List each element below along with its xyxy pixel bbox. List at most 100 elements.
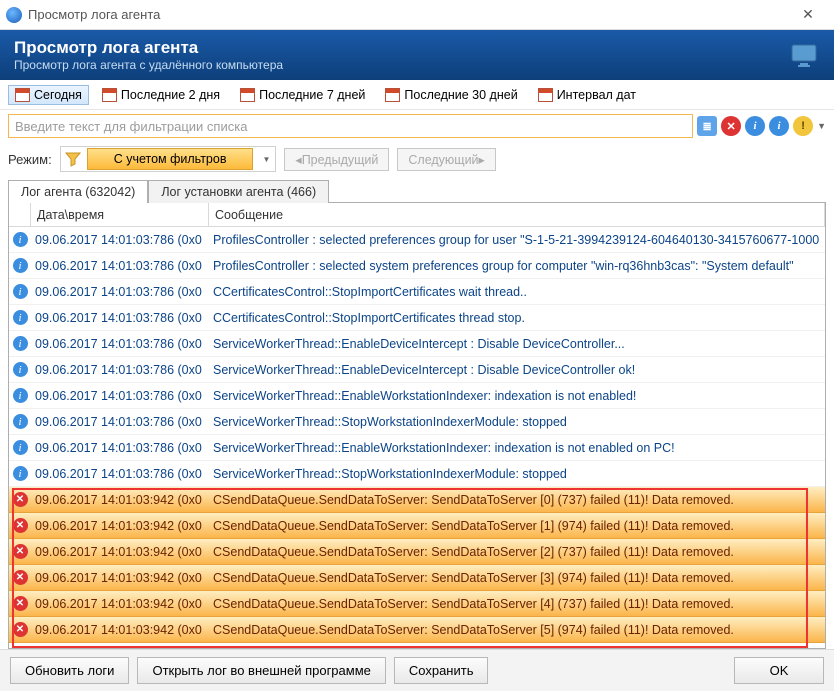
- tab-agent-log[interactable]: Лог агента (632042): [8, 180, 148, 203]
- info-icon: i: [13, 232, 28, 247]
- row-message: ServiceWorkerThread::EnableWorkstationIn…: [209, 441, 825, 455]
- app-icon: [6, 7, 22, 23]
- date-last2-button[interactable]: Последние 2 дня: [95, 85, 227, 105]
- info-icon: i: [13, 284, 28, 299]
- calendar-icon: [538, 88, 553, 102]
- mode-row: Режим: С учетом фильтров ▼ ◂Предыдущий С…: [0, 142, 834, 176]
- date-toolbar: Сегодня Последние 2 дня Последние 7 дней…: [0, 80, 834, 110]
- row-datetime: 09.06.2017 14:01:03:942 (0x0: [31, 545, 209, 559]
- next-label: Следующий: [408, 153, 478, 167]
- info2-filter-icon[interactable]: i: [769, 116, 789, 136]
- row-datetime: 09.06.2017 14:01:03:786 (0x0: [31, 389, 209, 403]
- close-icon[interactable]: ✕: [788, 6, 828, 23]
- col-icon[interactable]: [9, 203, 31, 226]
- date-today-button[interactable]: Сегодня: [8, 85, 89, 105]
- row-datetime: 09.06.2017 14:01:03:786 (0x0: [31, 285, 209, 299]
- table-row[interactable]: ✕09.06.2017 14:01:03:942 (0x0CSendDataQu…: [9, 591, 825, 617]
- row-message: ServiceWorkerThread::StopWorkstationInde…: [209, 467, 825, 481]
- header: Просмотр лога агента Просмотр лога агент…: [0, 30, 834, 80]
- row-datetime: 09.06.2017 14:01:03:942 (0x0: [31, 571, 209, 585]
- error-filter-icon[interactable]: ✕: [721, 116, 741, 136]
- row-message: ServiceWorkerThread::EnableWorkstationIn…: [209, 389, 825, 403]
- date-last7-label: Последние 7 дней: [259, 88, 365, 102]
- info-icon: i: [13, 414, 28, 429]
- calendar-icon: [102, 88, 117, 102]
- table-row[interactable]: ✕09.06.2017 14:01:03:942 (0x0CSendDataQu…: [9, 487, 825, 513]
- table-row[interactable]: ✕09.06.2017 14:01:03:942 (0x0CSendDataQu…: [9, 539, 825, 565]
- funnel-icon: [65, 151, 81, 167]
- calendar-icon: [15, 88, 30, 102]
- table-row[interactable]: i09.06.2017 14:01:03:786 (0x0ServiceWork…: [9, 357, 825, 383]
- table-row[interactable]: ✕09.06.2017 14:01:03:942 (0x0CSendDataQu…: [9, 565, 825, 591]
- row-datetime: 09.06.2017 14:01:03:786 (0x0: [31, 441, 209, 455]
- row-message: CSendDataQueue.SendDataToServer: SendDat…: [209, 493, 825, 507]
- list-view-icon[interactable]: ≣: [697, 116, 717, 136]
- col-datetime[interactable]: Дата\время: [31, 203, 209, 226]
- info-icon: i: [13, 388, 28, 403]
- table-row[interactable]: i09.06.2017 14:01:03:786 (0x0ServiceWork…: [9, 435, 825, 461]
- row-datetime: 09.06.2017 14:01:03:786 (0x0: [31, 415, 209, 429]
- mode-chevron-icon[interactable]: ▼: [259, 155, 273, 164]
- row-message: ServiceWorkerThread::EnableDeviceInterce…: [209, 363, 825, 377]
- monitor-icon: [788, 39, 820, 71]
- warning-filter-icon[interactable]: !: [793, 116, 813, 136]
- error-icon: ✕: [13, 492, 28, 507]
- info-icon: i: [13, 440, 28, 455]
- table-row[interactable]: i09.06.2017 14:01:03:786 (0x0ServiceWork…: [9, 461, 825, 487]
- error-icon: ✕: [13, 544, 28, 559]
- page-title: Просмотр лога агента: [14, 38, 283, 58]
- dropdown-chevron-icon[interactable]: ▼: [817, 121, 826, 131]
- filter-row: ≣ ✕ i i ! ▼: [0, 110, 834, 142]
- date-last30-label: Последние 30 дней: [404, 88, 517, 102]
- row-datetime: 09.06.2017 14:01:03:786 (0x0: [31, 363, 209, 377]
- grid-body[interactable]: i09.06.2017 14:01:03:786 (0x0ProfilesCon…: [9, 227, 825, 648]
- with-filters-button[interactable]: С учетом фильтров: [87, 148, 254, 170]
- refresh-button[interactable]: Обновить логи: [10, 657, 129, 684]
- table-row[interactable]: i09.06.2017 14:01:03:786 (0x0CCertificat…: [9, 305, 825, 331]
- row-datetime: 09.06.2017 14:01:03:786 (0x0: [31, 337, 209, 351]
- info-filter-icon[interactable]: i: [745, 116, 765, 136]
- prev-button[interactable]: ◂Предыдущий: [284, 148, 389, 171]
- tabs: Лог агента (632042) Лог установки агента…: [0, 176, 834, 202]
- filter-input[interactable]: [8, 114, 693, 138]
- prev-label: Предыдущий: [302, 153, 379, 167]
- row-message: ProfilesController : selected preference…: [209, 233, 825, 247]
- tab-install-log[interactable]: Лог установки агента (466): [148, 180, 329, 203]
- page-subtitle: Просмотр лога агента с удалённого компью…: [14, 58, 283, 72]
- ok-button[interactable]: OK: [734, 657, 824, 684]
- row-datetime: 09.06.2017 14:01:03:786 (0x0: [31, 233, 209, 247]
- info-icon: i: [13, 362, 28, 377]
- date-last30-button[interactable]: Последние 30 дней: [378, 85, 524, 105]
- date-interval-label: Интервал дат: [557, 88, 636, 102]
- info-icon: i: [13, 336, 28, 351]
- info-icon: i: [13, 310, 28, 325]
- table-row[interactable]: i09.06.2017 14:01:03:786 (0x0ServiceWork…: [9, 383, 825, 409]
- error-icon: ✕: [13, 596, 28, 611]
- table-row[interactable]: i09.06.2017 14:01:03:786 (0x0ProfilesCon…: [9, 227, 825, 253]
- info-icon: i: [13, 258, 28, 273]
- log-grid: Дата\время Сообщение i09.06.2017 14:01:0…: [8, 202, 826, 649]
- open-external-button[interactable]: Открыть лог во внешней программе: [137, 657, 385, 684]
- row-datetime: 09.06.2017 14:01:03:786 (0x0: [31, 259, 209, 273]
- calendar-icon: [240, 88, 255, 102]
- row-datetime: 09.06.2017 14:01:03:942 (0x0: [31, 623, 209, 637]
- date-interval-button[interactable]: Интервал дат: [531, 85, 643, 105]
- row-message: ServiceWorkerThread::StopWorkstationInde…: [209, 415, 825, 429]
- table-row[interactable]: i09.06.2017 14:01:03:786 (0x0CCertificat…: [9, 279, 825, 305]
- window-title: Просмотр лога агента: [28, 7, 788, 22]
- row-datetime: 09.06.2017 14:01:03:786 (0x0: [31, 467, 209, 481]
- date-last2-label: Последние 2 дня: [121, 88, 220, 102]
- table-row[interactable]: i09.06.2017 14:01:03:786 (0x0ProfilesCon…: [9, 253, 825, 279]
- save-button[interactable]: Сохранить: [394, 657, 489, 684]
- row-message: CSendDataQueue.SendDataToServer: SendDat…: [209, 519, 825, 533]
- date-today-label: Сегодня: [34, 88, 82, 102]
- table-row[interactable]: i09.06.2017 14:01:03:786 (0x0ServiceWork…: [9, 409, 825, 435]
- col-message[interactable]: Сообщение: [209, 203, 825, 226]
- date-last7-button[interactable]: Последние 7 дней: [233, 85, 372, 105]
- table-row[interactable]: ✕09.06.2017 14:01:03:942 (0x0CSendDataQu…: [9, 513, 825, 539]
- table-row[interactable]: i09.06.2017 14:01:03:786 (0x0ServiceWork…: [9, 331, 825, 357]
- next-button[interactable]: Следующий▸: [397, 148, 495, 171]
- table-row[interactable]: ✕09.06.2017 14:01:03:942 (0x0CSendDataQu…: [9, 617, 825, 643]
- error-icon: ✕: [13, 518, 28, 533]
- error-icon: ✕: [13, 622, 28, 637]
